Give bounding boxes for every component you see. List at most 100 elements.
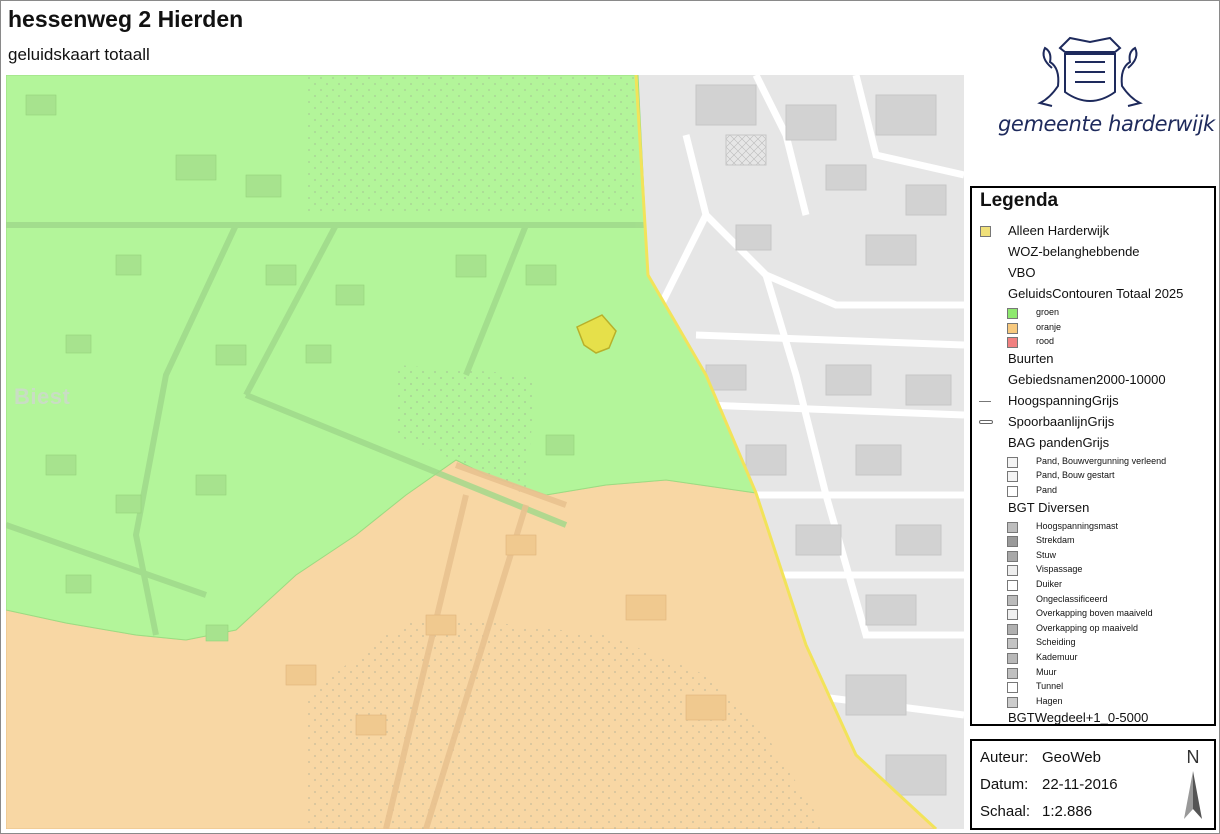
legend-item: Kademuur	[972, 651, 1212, 666]
legend-item: Overkapping boven maaiveld	[972, 607, 1212, 622]
schaal-label: Schaal:	[980, 803, 1031, 820]
legend-item-label: Alleen Harderwijk	[1008, 223, 1110, 238]
legend-item-label: Strekdam	[1036, 535, 1075, 546]
legend-item: Muur	[972, 666, 1212, 681]
legend-item: BAG pandenGrijs	[972, 434, 1212, 455]
legend-item: Pand, Bouw gestart	[972, 469, 1212, 484]
legend-item-label: Overkapping boven maaiveld	[1036, 608, 1153, 619]
legend-swatch	[1007, 667, 1018, 679]
map-title: hessenweg 2 Hierden	[8, 6, 244, 32]
info-schaal: Schaal: 1:2.886	[980, 803, 1092, 820]
legend-item: oranje	[972, 321, 1212, 336]
legend-swatch	[1007, 337, 1018, 349]
legend-item-label: oranje	[1036, 321, 1062, 332]
legend-item: SpoorbaanlijnGrijs	[972, 413, 1212, 434]
auteur-label: Auteur:	[980, 749, 1029, 766]
legend-item-label: Ongeclassificeerd	[1036, 593, 1108, 604]
legend-item-label: BAG pandenGrijs	[1008, 434, 1110, 450]
legend-swatch	[1007, 652, 1018, 664]
legend-item: BGTWegdeel+1_0-5000	[972, 709, 1212, 726]
map-subtitle: geluidskaart totaall	[8, 45, 150, 64]
legend-item-label: SpoorbaanlijnGrijs	[1008, 413, 1115, 429]
info-panel: Auteur: GeoWeb Datum: 22-11-2016 Schaal: 1:…	[970, 739, 1216, 830]
legend-item-label: Pand, Bouw gestart	[1036, 470, 1115, 481]
legend-item-label: rood	[1036, 336, 1055, 347]
rail-symbol-icon	[979, 419, 993, 424]
legend-swatch	[1007, 308, 1018, 319]
legend-item: Pand	[972, 484, 1212, 499]
legend-item: Buurten	[972, 350, 1212, 371]
legend-item: Hoogspanningsmast	[972, 520, 1212, 535]
legend-item-label: groen	[1036, 307, 1060, 317]
legend-item-label: Pand, Bouwvergunning verleend	[1036, 455, 1167, 466]
legend-item-label: Stuw	[1036, 549, 1057, 560]
legend-item: Alleen Harderwijk	[972, 222, 1212, 243]
legend-item-label: WOZ-belanghebbende	[1008, 244, 1140, 259]
auteur-value: GeoWeb	[1042, 749, 1101, 766]
legend-title: Legenda	[980, 190, 1059, 211]
legend-item: Strekdam	[972, 534, 1212, 549]
legend-item: Duiker	[972, 578, 1212, 593]
legend-item: Scheiding	[972, 636, 1212, 651]
legend-item: Stuw	[972, 549, 1212, 564]
legend-item-label: Overkapping op maaiveld	[1036, 622, 1139, 633]
legend-swatch	[1007, 594, 1018, 606]
legend-item-label: Duiker	[1036, 578, 1063, 589]
legend-item-label: HoogspanningGrijs	[1008, 392, 1119, 408]
legend-item: Pand, Bouwvergunning verleend	[972, 455, 1212, 470]
legend-item: Ongeclassificeerd	[972, 593, 1212, 608]
legend-item: Tunnel	[972, 680, 1212, 695]
legend-item-label: Muur	[1036, 666, 1057, 677]
logo-text: gemeente harderwijk	[998, 112, 1215, 136]
legend-item-label: Tunnel	[1036, 681, 1064, 692]
north-label: N	[1187, 747, 1200, 767]
legend-item-label: Hoogspanningsmast	[1036, 520, 1119, 531]
legend-item-label: Vispassage	[1036, 564, 1083, 575]
legend-item-label: Kademuur	[1036, 651, 1078, 662]
datum-value: 22-11-2016	[1042, 776, 1118, 793]
legend-panel[interactable]: Legenda Alleen Harderwijk WOZ-belanghebbe…	[970, 186, 1216, 726]
legend-item: Hagen	[972, 695, 1212, 710]
legend-swatch	[1007, 696, 1018, 708]
legend-swatch	[1007, 623, 1018, 635]
map-canvas[interactable]: Biest	[6, 75, 964, 829]
place-label: Biest	[14, 384, 71, 409]
legend-swatch	[1007, 609, 1018, 621]
legend-item: Gebiedsnamen2000-10000	[972, 371, 1212, 392]
map-drawing	[6, 75, 964, 829]
legend-swatch	[1007, 471, 1018, 483]
info-datum: Datum: 22-11-2016	[980, 776, 1118, 793]
legend-item-label: BGTWegdeel+1_0-5000	[1008, 710, 1149, 726]
legend-item-label: Hagen	[1036, 695, 1063, 706]
legend-swatch	[1007, 550, 1018, 562]
legend-item-label: VBO	[1008, 265, 1036, 280]
legend-item: rood	[972, 335, 1212, 350]
legend-swatch	[1007, 485, 1018, 497]
legend-item: Vispassage	[972, 563, 1212, 578]
legend-list: Alleen Harderwijk WOZ-belanghebbende VBO Ge…	[972, 222, 1212, 726]
legend-item-label: BGT Diversen	[1008, 499, 1090, 515]
legend-swatch	[1007, 579, 1018, 591]
legend-item-label: GeluidsContouren Totaal 2025	[1008, 286, 1184, 301]
legend-item-label: Buurten	[1008, 350, 1054, 366]
legend-item: BGT Diversen	[972, 499, 1212, 520]
schaal-value: 1:2.886	[1042, 803, 1093, 820]
legend-swatch	[1007, 638, 1018, 650]
info-auteur: Auteur: GeoWeb	[980, 749, 1101, 766]
datum-label: Datum:	[980, 776, 1029, 793]
legend-swatch	[980, 226, 991, 237]
legend-swatch	[1007, 456, 1018, 468]
legend-item: Overkapping op maaiveld	[972, 622, 1212, 637]
north-arrow-icon: N	[1184, 747, 1202, 819]
legend-item: VBO	[972, 264, 1212, 285]
legend-swatch	[1007, 322, 1018, 334]
legend-item: groen	[972, 306, 1212, 321]
legend-swatch	[1007, 682, 1018, 694]
legend-item: GeluidsContouren Totaal 2025	[972, 285, 1212, 306]
legend-item: WOZ-belanghebbende	[972, 243, 1212, 264]
legend-item-label: Gebiedsnamen2000-10000	[1008, 371, 1166, 387]
legend-item: HoogspanningGrijs	[972, 392, 1212, 413]
legend-swatch	[1007, 521, 1018, 533]
legend-item-label: Scheiding	[1036, 637, 1076, 648]
legend-swatch	[1007, 565, 1018, 577]
